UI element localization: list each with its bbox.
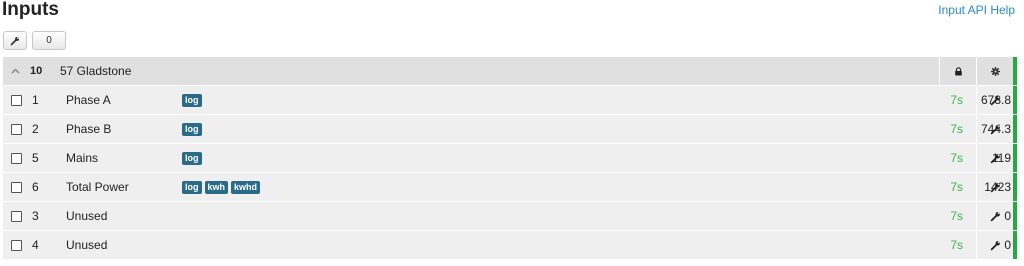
wrench-icon[interactable] <box>977 144 1013 172</box>
node-name: 57 Gladstone <box>60 64 132 78</box>
input-row[interactable]: 1 Phase A log 7s 678.8 <box>3 86 1017 115</box>
input-time: 7s <box>950 238 963 252</box>
gear-icon[interactable] <box>977 57 1013 85</box>
wrench-icon <box>10 36 19 45</box>
process-badge: log <box>182 93 202 107</box>
input-status-bar <box>1013 202 1017 230</box>
input-row[interactable]: 2 Phase B log 7s 744.3 <box>3 115 1017 144</box>
input-name: Unused <box>66 238 108 252</box>
page-title: Inputs <box>2 0 59 20</box>
input-id: 5 <box>32 151 39 165</box>
inputs-table: 10 57 Gladstone 1 Phase A log 7s 678.8 2… <box>3 57 1017 260</box>
process-badge: log <box>182 180 202 194</box>
input-id: 3 <box>32 209 39 223</box>
process-badge: kwhd <box>231 180 261 194</box>
input-checkbox[interactable] <box>11 123 22 135</box>
input-status-bar <box>1013 115 1017 143</box>
input-checkbox[interactable] <box>11 94 22 106</box>
selected-count-button[interactable]: 0 <box>32 31 66 50</box>
input-row[interactable]: 6 Total Power log kwh kwhd 7s 1423 <box>3 173 1017 202</box>
input-time: 7s <box>950 122 963 136</box>
input-name: Unused <box>66 209 108 223</box>
toolbar: 0 <box>3 31 66 50</box>
input-checkbox[interactable] <box>11 152 22 164</box>
node-id: 10 <box>30 65 43 77</box>
process-list: log <box>182 151 939 165</box>
input-time: 7s <box>950 93 963 107</box>
input-checkbox[interactable] <box>11 181 22 193</box>
input-id: 2 <box>32 122 39 136</box>
input-time: 7s <box>950 180 963 194</box>
input-id: 4 <box>32 238 39 252</box>
node-header-row[interactable]: 10 57 Gladstone <box>3 57 1017 86</box>
wrench-icon[interactable] <box>977 202 1013 230</box>
process-list: log <box>182 93 939 107</box>
chevron-up-icon[interactable] <box>11 68 25 74</box>
input-id: 1 <box>32 93 39 107</box>
process-badge: kwh <box>204 180 229 194</box>
input-checkbox[interactable] <box>11 239 22 251</box>
input-name: Phase B <box>66 122 112 136</box>
input-name: Total Power <box>66 180 129 194</box>
node-status-bar <box>1013 57 1017 85</box>
process-badge: log <box>182 151 202 165</box>
wrench-icon[interactable] <box>977 173 1013 201</box>
input-id: 6 <box>32 180 39 194</box>
wrench-icon[interactable] <box>977 86 1013 114</box>
wrench-icon[interactable] <box>977 115 1013 143</box>
input-row[interactable]: 5 Mains log 7s 119 <box>3 144 1017 173</box>
process-badge: log <box>182 122 202 136</box>
input-row[interactable]: 3 Unused 7s 0 <box>3 202 1017 231</box>
input-status-bar <box>1013 173 1017 201</box>
input-checkbox[interactable] <box>11 210 22 222</box>
input-api-help-link[interactable]: Input API Help <box>938 3 1015 17</box>
edit-selected-button[interactable] <box>3 31 27 50</box>
input-status-bar <box>1013 144 1017 172</box>
input-row[interactable]: 4 Unused 7s 0 <box>3 231 1017 260</box>
process-list: log <box>182 122 939 136</box>
input-name: Phase A <box>66 93 111 107</box>
input-time: 7s <box>950 209 963 223</box>
input-status-bar <box>1013 86 1017 114</box>
input-status-bar <box>1013 231 1017 259</box>
process-list: log kwh kwhd <box>182 180 939 194</box>
input-time: 7s <box>950 151 963 165</box>
input-name: Mains <box>66 151 99 165</box>
lock-icon[interactable] <box>940 57 976 85</box>
wrench-icon[interactable] <box>977 231 1013 259</box>
